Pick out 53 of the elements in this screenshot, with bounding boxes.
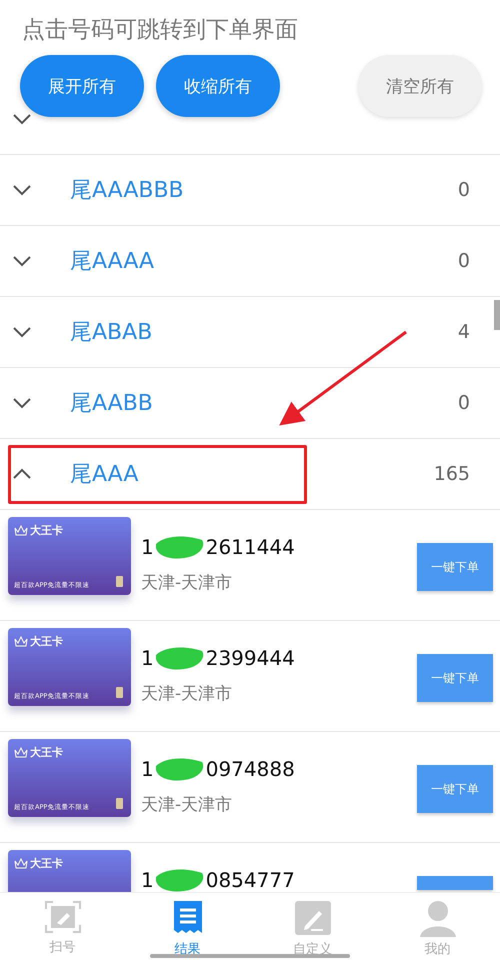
- group-label[interactable]: 尾AABB: [70, 388, 458, 418]
- chevron-up-icon[interactable]: [12, 467, 32, 481]
- crown-icon: [14, 636, 28, 647]
- card-brand: 大王卡: [30, 523, 63, 538]
- number-start[interactable]: 1: [141, 868, 154, 892]
- card-brand: 大王卡: [30, 745, 63, 760]
- order-button[interactable]: 一键下单: [417, 765, 493, 813]
- chevron-down-icon[interactable]: [12, 183, 32, 197]
- card-brand: 大王卡: [30, 634, 63, 649]
- card-brand: 大王卡: [30, 856, 63, 871]
- number-end[interactable]: 2399444: [206, 646, 295, 670]
- chevron-down-icon[interactable]: [12, 396, 32, 410]
- number-end[interactable]: 0974888: [206, 757, 295, 781]
- group-label[interactable]: 尾AAA: [70, 459, 434, 489]
- pencil-icon: [292, 899, 332, 937]
- order-button[interactable]: 一键下单: [417, 543, 493, 591]
- number-start[interactable]: 1: [141, 535, 154, 559]
- group-count: 4: [458, 321, 470, 343]
- region-text: 天津-天津市: [141, 572, 234, 594]
- crown-icon: [14, 747, 28, 758]
- region-text: 天津-天津市: [141, 794, 234, 816]
- hint-text: 点击号码可跳转到下单界面: [21, 16, 299, 45]
- user-icon: [418, 899, 458, 937]
- number-end[interactable]: 2611444: [206, 535, 295, 559]
- redaction-mark: [154, 867, 206, 893]
- group-label[interactable]: 尾AAABBB: [70, 175, 458, 205]
- crown-icon: [14, 858, 28, 869]
- group-count: 0: [458, 392, 470, 414]
- region-text: 天津-天津市: [141, 683, 234, 705]
- scan-icon: [42, 899, 82, 935]
- chevron-down-icon[interactable]: [12, 112, 32, 126]
- redaction-mark: [154, 756, 206, 782]
- chevron-down-icon[interactable]: [12, 254, 32, 268]
- group-count: 0: [458, 250, 470, 272]
- group-count: 0: [458, 179, 470, 201]
- chip-icon: [116, 798, 123, 809]
- toggle-all-button[interactable]: 收缩所有: [156, 55, 280, 117]
- redaction-mark: [154, 645, 206, 671]
- clear-all-button[interactable]: 清空所有: [358, 55, 482, 117]
- group-count: 165: [434, 463, 470, 485]
- chip-icon: [116, 576, 123, 587]
- redaction-mark: [154, 534, 206, 560]
- toggle-all-button[interactable]: 展开所有: [20, 55, 144, 117]
- group-label[interactable]: 尾AAAA: [70, 246, 458, 276]
- chevron-down-icon[interactable]: [12, 325, 32, 339]
- number-start[interactable]: 1: [141, 646, 154, 670]
- number-end[interactable]: 0854777: [206, 868, 295, 892]
- group-label[interactable]: 尾ABAB: [70, 317, 458, 347]
- crown-icon: [14, 525, 28, 536]
- order-button[interactable]: 一键下单: [417, 654, 493, 702]
- scrollbar: [494, 300, 500, 330]
- chip-icon: [116, 687, 123, 698]
- number-start[interactable]: 1: [141, 757, 154, 781]
